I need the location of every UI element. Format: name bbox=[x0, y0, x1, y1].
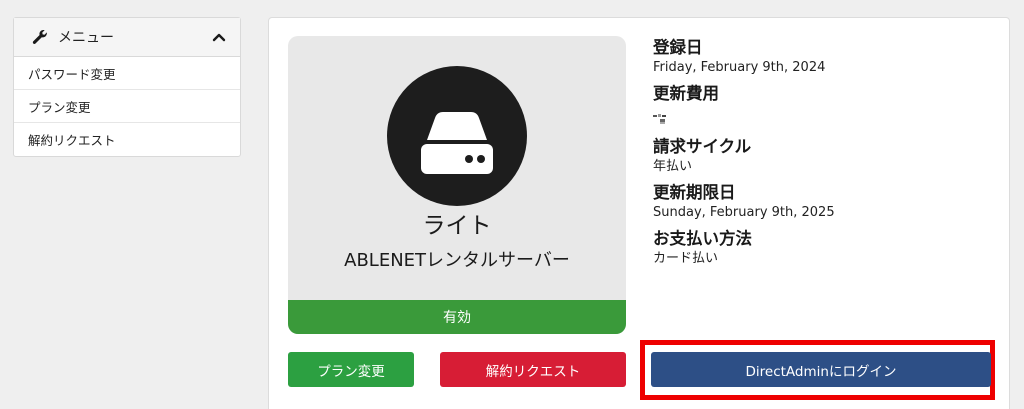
wrench-icon bbox=[32, 29, 47, 44]
registered-value: Friday, February 9th, 2024 bbox=[653, 60, 826, 75]
sidebar-item-label: プラン変更 bbox=[28, 99, 91, 115]
server-icon bbox=[387, 66, 527, 206]
sidebar-title: メニュー bbox=[58, 30, 114, 46]
sidebar-item-password-change[interactable]: パスワード変更 bbox=[14, 57, 240, 90]
renewal-due-value: Sunday, February 9th, 2025 bbox=[653, 205, 835, 220]
directadmin-login-button[interactable]: DirectAdminにログイン bbox=[651, 352, 991, 387]
sidebar-item-cancel-request[interactable]: 解約リクエスト bbox=[14, 123, 240, 156]
change-plan-button[interactable]: プラン変更 bbox=[288, 352, 414, 387]
sidebar-menu: メニュー パスワード変更 プラン変更 解約リクエスト bbox=[13, 17, 241, 157]
billing-cycle-value: 年払い bbox=[653, 159, 693, 174]
sidebar-item-label: 解約リクエスト bbox=[28, 133, 116, 148]
payment-method-value: カード払い bbox=[653, 251, 719, 266]
sidebar-item-plan-change[interactable]: プラン変更 bbox=[14, 90, 240, 123]
registered-label: 登録日 bbox=[653, 38, 703, 57]
renewal-fee-label: 更新費用 bbox=[653, 84, 719, 103]
product-card: ライト ABLENETレンタルサーバー 有効 bbox=[288, 36, 626, 334]
renewal-fee-redacted-value bbox=[653, 109, 667, 128]
product-name: ライト bbox=[422, 213, 492, 239]
status-badge: 有効 bbox=[288, 300, 626, 334]
sidebar-item-label: パスワード変更 bbox=[28, 66, 116, 82]
payment-method-label: お支払い方法 bbox=[653, 229, 752, 248]
product-provider: ABLENETレンタルサーバー bbox=[344, 250, 570, 271]
product-details-panel: ライト ABLENETレンタルサーバー 有効 プラン変更 解約リクエスト 登録日… bbox=[268, 17, 1010, 409]
billing-cycle-label: 請求サイクル bbox=[653, 137, 752, 156]
cancel-request-button[interactable]: 解約リクエスト bbox=[440, 352, 626, 387]
renewal-due-label: 更新期限日 bbox=[653, 183, 736, 202]
sidebar-header[interactable]: メニュー bbox=[14, 18, 240, 57]
chevron-up-icon[interactable] bbox=[212, 30, 226, 44]
details-list: 登録日 Friday, February 9th, 2024 更新費用 請求サイ… bbox=[653, 37, 993, 274]
